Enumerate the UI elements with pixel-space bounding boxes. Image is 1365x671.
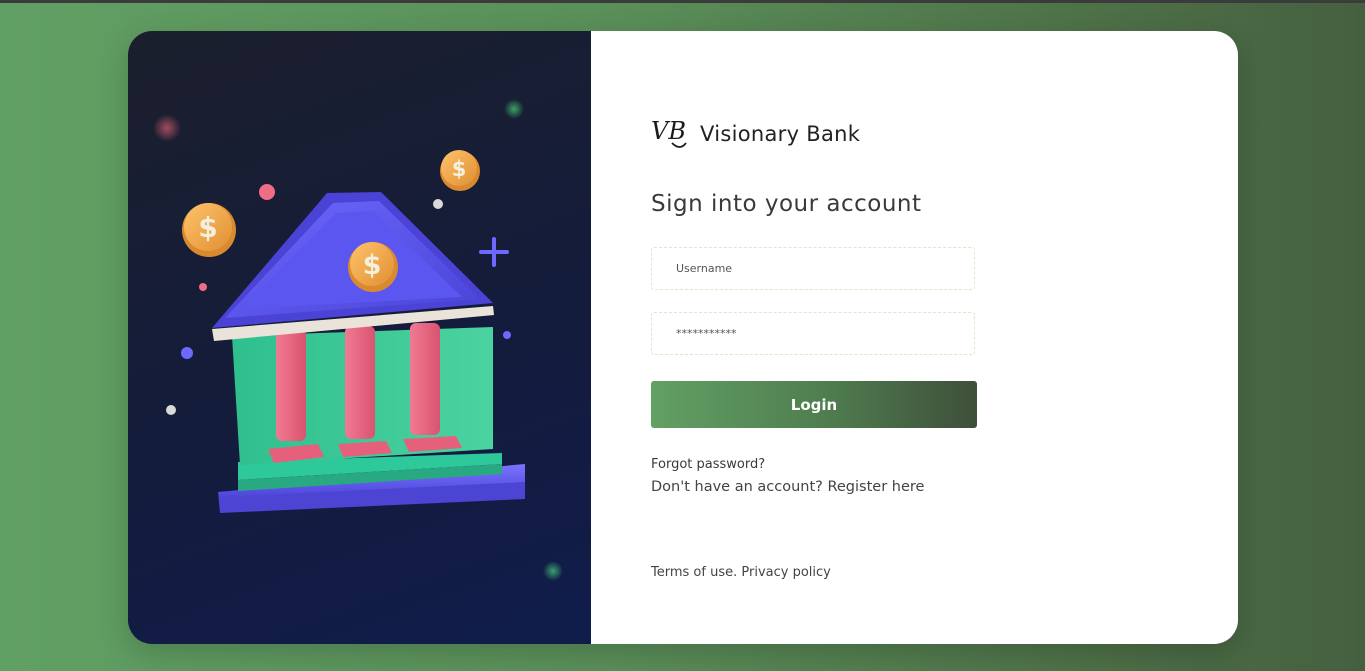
brand-name: Visionary Bank	[700, 122, 861, 146]
floating-dot	[433, 199, 443, 209]
forgot-password-link[interactable]: Forgot password?	[651, 457, 765, 472]
illustration-panel: $ $ $	[128, 31, 591, 644]
login-button[interactable]: Login	[651, 381, 977, 428]
no-account-text: Don't have an account?	[651, 479, 823, 495]
privacy-link[interactable]: Privacy policy	[741, 565, 830, 580]
page-title: Sign into your account	[651, 191, 922, 217]
footer-links: Terms of use. Privacy policy	[651, 565, 831, 580]
glow-sparkle	[504, 99, 524, 119]
floating-dot	[503, 331, 511, 339]
password-input[interactable]	[651, 312, 975, 355]
floating-dot	[181, 347, 193, 359]
bank-building: $	[212, 192, 525, 513]
svg-text:$: $	[452, 157, 467, 181]
sparkle-star	[479, 237, 509, 267]
glow-sparkle	[543, 561, 563, 581]
bank-illustration: $ $ $	[153, 99, 563, 581]
login-card: $ $ $ VB Visionary Bank Sign into your a…	[128, 31, 1238, 644]
floating-dot	[166, 405, 176, 415]
vb-logo-icon: VB	[651, 117, 687, 148]
svg-text:$: $	[363, 250, 382, 281]
coin-left: $	[182, 203, 236, 257]
username-input[interactable]	[651, 247, 975, 290]
terms-link[interactable]: Terms of use.	[651, 565, 737, 580]
floating-dot	[199, 283, 207, 291]
svg-text:VB: VB	[651, 117, 686, 145]
roof-coin: $	[348, 242, 398, 292]
browser-top-border	[0, 0, 1365, 3]
coin-right: $	[440, 150, 480, 191]
login-panel: VB Visionary Bank Sign into your account…	[591, 31, 1238, 644]
register-link[interactable]: Register here	[827, 479, 924, 495]
brand: VB Visionary Bank	[650, 115, 860, 153]
svg-text:$: $	[198, 211, 217, 244]
floating-dot	[259, 184, 275, 200]
glow-sparkle	[153, 114, 181, 142]
register-prompt: Don't have an account? Register here	[651, 479, 924, 495]
